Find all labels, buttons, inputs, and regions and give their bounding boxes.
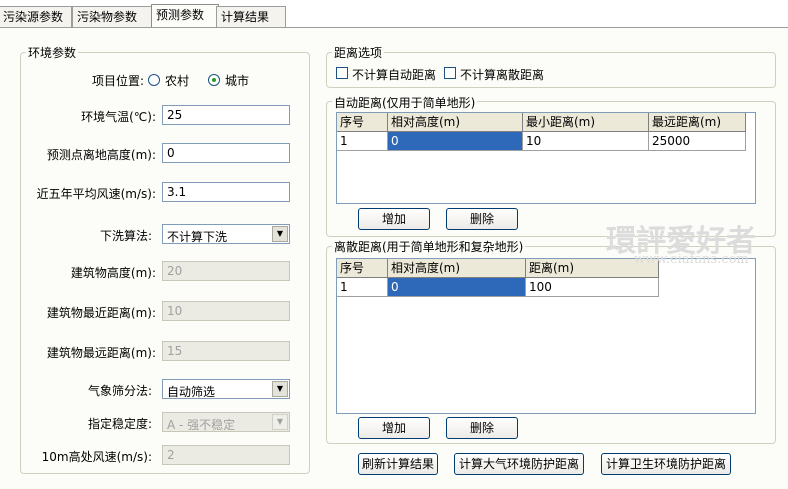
height-input[interactable]: 0 [162, 143, 290, 163]
table-cell[interactable]: 10 [523, 132, 649, 151]
urban-label: 城市 [225, 74, 250, 88]
discrete-grid[interactable]: 序号 相对高度(m) 距离(m) 1 0 100 [336, 258, 756, 414]
calc-sanitary-distance-button[interactable]: 计算卫生环境防护距离 [601, 453, 731, 475]
rural-radio[interactable] [148, 74, 160, 86]
stability-select: A - 强不稳定 ▼ [162, 412, 290, 432]
no-auto-checkbox[interactable] [336, 67, 348, 79]
calc-atmos-distance-button[interactable]: 计算大气环境防护距离 [454, 453, 584, 475]
location-label: 项目位置: [91, 74, 144, 88]
bldg-far-label: 建筑物最远距离(m): [46, 346, 156, 360]
table-cell[interactable]: 100 [526, 278, 659, 297]
bldg-height-label: 建筑物高度(m): [70, 266, 156, 280]
chevron-down-icon: ▼ [272, 414, 288, 430]
table-cell[interactable]: 25000 [649, 132, 746, 151]
auto-grid[interactable]: 序号 相对高度(m) 最小距离(m) 最远距离(m) 1 0 10 25000 [336, 112, 756, 204]
downwash-select[interactable]: 不计算下洗 ▼ [162, 224, 290, 244]
height-label: 预测点离地高度(m): [46, 148, 156, 162]
discrete-delete-button[interactable]: 删除 [446, 417, 518, 439]
chevron-down-icon[interactable]: ▼ [272, 226, 288, 242]
temp-label: 环境气温(℃): [81, 110, 156, 124]
temp-input[interactable]: 25 [162, 105, 290, 125]
table-cell[interactable]: 0 [388, 278, 526, 297]
no-discrete-checkbox[interactable] [444, 67, 456, 79]
tab-prediction[interactable]: 预测参数 [151, 4, 219, 29]
table-cell[interactable]: 1 [337, 278, 388, 297]
distance-group-title: 距离选项 [332, 44, 385, 61]
rural-label: 农村 [165, 74, 190, 88]
tab-results[interactable]: 计算结果 [216, 6, 286, 27]
wind-label: 近五年平均风速(m/s): [36, 187, 156, 201]
grid-header: 相对高度(m) [388, 259, 526, 278]
table-cell[interactable]: 1 [337, 132, 388, 151]
grid-header: 序号 [337, 259, 388, 278]
grid-header: 相对高度(m) [388, 113, 523, 132]
no-discrete-label: 不计算离散距离 [460, 68, 545, 82]
auto-delete-button[interactable]: 删除 [446, 208, 518, 230]
grid-header: 最远距离(m) [649, 113, 746, 132]
table-cell[interactable]: 0 [388, 132, 523, 151]
grid-header: 序号 [337, 113, 388, 132]
wind-input[interactable]: 3.1 [162, 182, 290, 202]
stability-value: A - 强不稳定 [167, 418, 236, 432]
wind10-input: 2 [162, 445, 290, 465]
downwash-label: 下洗算法: [99, 229, 152, 243]
bldg-near-label: 建筑物最近距离(m): [46, 306, 156, 320]
wind10-label: 10m高处风速(m/s): [41, 450, 152, 464]
stability-label: 指定稳定度: [87, 417, 152, 431]
chevron-down-icon[interactable]: ▼ [272, 381, 288, 397]
auto-add-button[interactable]: 增加 [358, 208, 430, 230]
no-auto-label: 不计算自动距离 [352, 68, 437, 82]
watermark-url: www.eiafans.com [634, 252, 749, 267]
met-select[interactable]: 自动筛选 ▼ [162, 379, 290, 399]
bldg-near-input: 10 [162, 301, 290, 321]
urban-radio[interactable] [208, 74, 220, 86]
refresh-results-button[interactable]: 刷新计算结果 [358, 453, 438, 475]
auto-group-title: 自动距离(仅用于简单地形) [332, 94, 478, 111]
discrete-add-button[interactable]: 增加 [358, 417, 430, 439]
bldg-far-input: 15 [162, 341, 290, 361]
grid-header: 最小距离(m) [523, 113, 649, 132]
discrete-group-title: 离散距离(用于简单地形和复杂地形) [332, 238, 526, 255]
met-value: 自动筛选 [167, 385, 216, 399]
env-group-title: 环境参数 [26, 44, 79, 61]
tab-pollution-source[interactable]: 污染源参数 [0, 6, 72, 27]
tab-bar: 污染源参数 污染物参数 预测参数 计算结果 [0, 0, 788, 29]
tab-pollutant[interactable]: 污染物参数 [72, 6, 154, 27]
downwash-value: 不计算下洗 [167, 230, 228, 244]
bldg-height-input: 20 [162, 261, 290, 281]
met-label: 气象筛分法: [87, 384, 152, 398]
